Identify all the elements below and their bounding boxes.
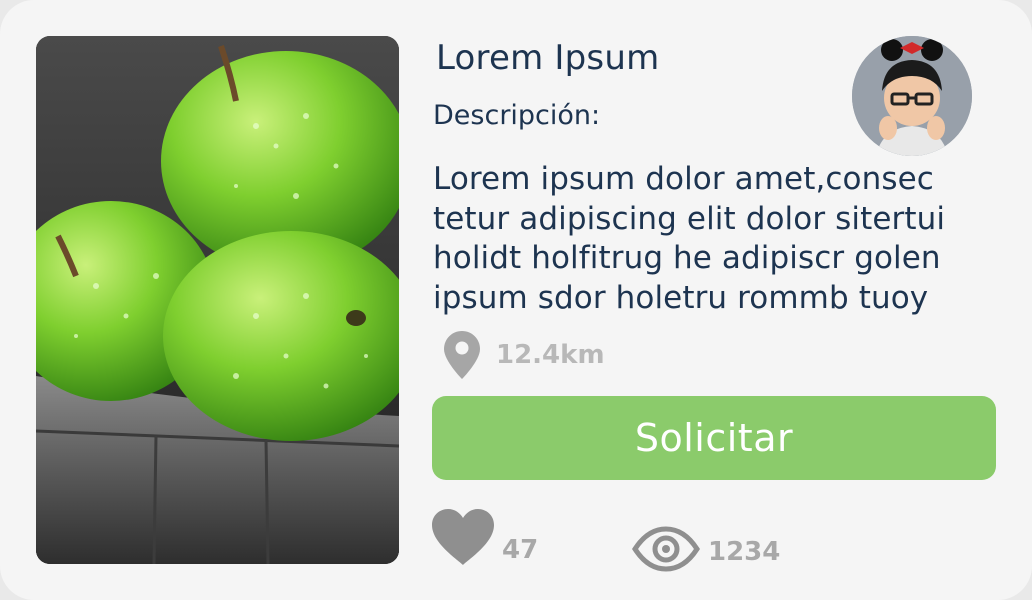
distance-value: 12.4km bbox=[496, 340, 605, 370]
distance-info: 12.4km bbox=[444, 330, 605, 380]
views-counter: 1234 bbox=[632, 524, 780, 574]
description-line: Lorem ipsum dolor amet,consec bbox=[433, 161, 934, 197]
eye-icon bbox=[632, 526, 700, 572]
product-card: Lorem Ipsum Descripción: Lorem ipsum dol… bbox=[0, 0, 1032, 600]
description-line: holidt holfitrug he adipiscr golen bbox=[433, 240, 941, 276]
description-label: Descripción: bbox=[433, 100, 601, 131]
avatar[interactable] bbox=[852, 36, 972, 156]
card-title: Lorem Ipsum bbox=[436, 38, 660, 78]
request-button[interactable]: Solicitar bbox=[432, 396, 996, 480]
description-line: tetur adipiscing elit dolor sitertui bbox=[433, 200, 946, 237]
description-text: Lorem ipsum dolor amet,consec tetur adip… bbox=[433, 160, 1003, 318]
likes-counter[interactable]: 47 bbox=[432, 508, 538, 568]
product-image bbox=[36, 36, 399, 564]
map-pin-icon bbox=[444, 331, 480, 379]
description-line: ipsum sdor holetru rommb tuoy bbox=[433, 279, 929, 316]
views-count: 1234 bbox=[708, 537, 781, 567]
likes-count: 47 bbox=[502, 535, 539, 565]
heart-icon[interactable] bbox=[432, 509, 494, 567]
